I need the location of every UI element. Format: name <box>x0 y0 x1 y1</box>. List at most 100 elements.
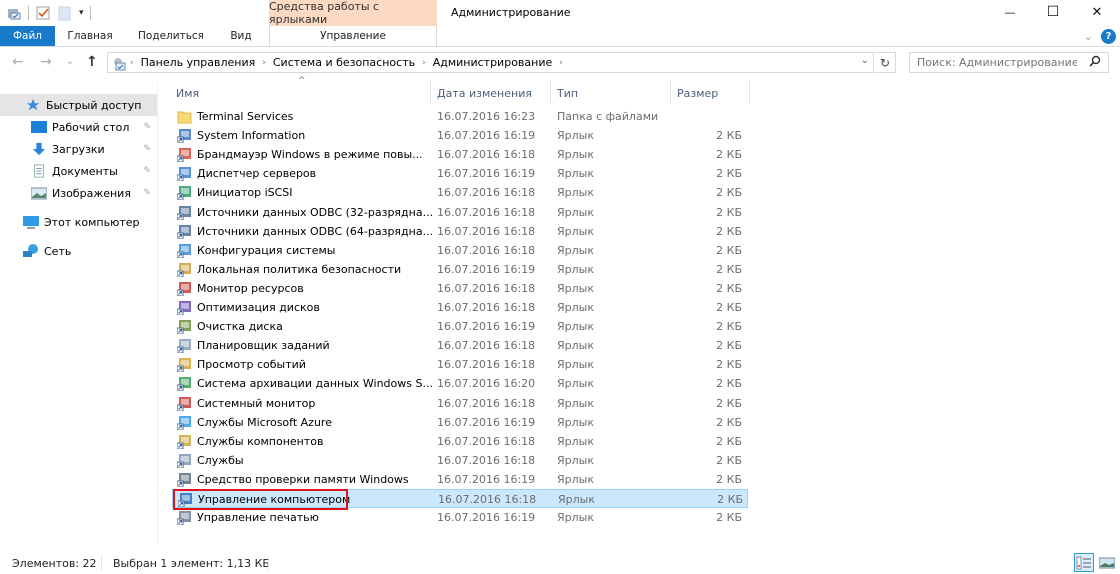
properties-icon[interactable] <box>6 5 22 21</box>
download-arrow-icon <box>32 142 46 156</box>
row-type: Ярлык <box>557 396 594 410</box>
table-row[interactable]: Локальная политика безопасности 16.07.201… <box>172 260 748 279</box>
large-icons-view-button[interactable] <box>1097 553 1117 572</box>
table-row[interactable]: Средство проверки памяти Windows 16.07.20… <box>172 470 748 489</box>
column-header-type[interactable]: Тип <box>557 82 578 104</box>
row-name: Источники данных ODBC (64-разрядна... <box>197 224 434 238</box>
column-divider[interactable] <box>670 80 671 104</box>
table-row[interactable]: System Information 16.07.2016 16:19 Ярлык 2… <box>172 126 748 145</box>
column-header-name[interactable]: Имя <box>176 82 199 104</box>
row-type: Ярлык <box>557 511 594 525</box>
row-type: Ярлык <box>557 148 594 162</box>
table-row[interactable]: Системный монитор 16.07.2016 16:18 Ярлык 2 … <box>172 394 748 413</box>
table-row[interactable]: Службы компонентов 16.07.2016 16:18 Ярлык 2… <box>172 432 748 451</box>
close-button[interactable]: ✕ <box>1075 0 1119 24</box>
column-header-date[interactable]: Дата изменения <box>437 82 532 104</box>
memory-diagnostic-icon <box>177 472 191 487</box>
row-type: Ярлык <box>557 415 594 429</box>
details-view-button[interactable] <box>1074 553 1094 572</box>
refresh-button[interactable]: ↻ <box>875 52 896 73</box>
column-header-size[interactable]: Размер <box>677 82 718 104</box>
search-icon[interactable] <box>1089 55 1101 70</box>
sidebar-item-network[interactable]: Сеть <box>0 240 157 262</box>
column-divider[interactable] <box>749 80 750 104</box>
checkmark-document-icon[interactable] <box>35 5 51 21</box>
table-row[interactable]: Оптимизация дисков 16.07.2016 16:18 Ярлык 2… <box>172 298 748 317</box>
table-row[interactable]: Службы 16.07.2016 16:18 Ярлык 2 КБ <box>172 451 748 470</box>
maximize-button[interactable]: ☐ <box>1031 0 1075 24</box>
row-size: 2 КБ <box>716 243 742 257</box>
sidebar-item-downloads[interactable]: Загрузки ✎ <box>0 138 157 160</box>
row-type: Ярлык <box>557 205 594 219</box>
large-icons-view-icon <box>1099 557 1115 568</box>
table-row[interactable]: Просмотр событий 16.07.2016 16:18 Ярлык 2 К… <box>172 355 748 374</box>
table-row[interactable]: Источники данных ODBC (64-разрядна... 16.… <box>172 222 748 241</box>
table-row[interactable]: Источники данных ODBC (32-разрядна... 16.… <box>172 203 748 222</box>
row-size: 2 КБ <box>716 224 742 238</box>
table-row[interactable]: Диспетчер серверов 16.07.2016 16:19 Ярлык 2… <box>172 164 748 183</box>
row-type: Ярлык <box>557 358 594 372</box>
pin-icon[interactable]: ✎ <box>143 188 151 198</box>
table-row[interactable]: Управление компьютером 16.07.2016 16:18 Яр… <box>172 489 748 508</box>
column-divider[interactable] <box>550 80 551 104</box>
breadcrumb-system-security[interactable]: Система и безопасность <box>273 56 415 69</box>
tab-share[interactable]: Поделиться <box>127 26 215 46</box>
address-bar[interactable]: › Панель управления › Система и безопасн… <box>107 52 874 73</box>
table-row[interactable]: Очистка диска 16.07.2016 16:19 Ярлык 2 КБ <box>172 317 748 336</box>
sidebar-item-desktop[interactable]: Рабочий стол ✎ <box>0 116 157 138</box>
network-icon <box>23 244 38 257</box>
search-input[interactable] <box>917 56 1077 69</box>
row-name: Управление печатью <box>197 511 319 525</box>
breadcrumb-separator[interactable]: › <box>559 58 563 68</box>
row-name: Локальная политика безопасности <box>197 262 402 276</box>
row-date-modified: 16.07.2016 16:18 <box>437 453 536 467</box>
minimize-button[interactable]: — <box>988 0 1032 24</box>
help-icon[interactable]: ? <box>1101 29 1116 44</box>
table-row[interactable]: Службы Microsoft Azure 16.07.2016 16:19 Яр… <box>172 413 748 432</box>
breadcrumb-control-panel[interactable]: Панель управления <box>141 56 256 69</box>
row-type: Ярлык <box>557 167 594 181</box>
tab-manage[interactable]: Управление <box>269 26 437 46</box>
new-folder-icon[interactable] <box>57 5 73 21</box>
tab-view[interactable]: Вид <box>217 26 265 46</box>
table-row[interactable]: Брандмауэр Windows в режиме повы... 16.07… <box>172 145 748 164</box>
table-row[interactable]: Система архивации данных Windows S... 16.… <box>172 374 748 393</box>
recent-locations-button[interactable]: ⌄ <box>66 56 74 67</box>
table-row[interactable]: Монитор ресурсов 16.07.2016 16:18 Ярлык 2 К… <box>172 279 748 298</box>
pin-icon[interactable]: ✎ <box>143 122 151 132</box>
tab-home[interactable]: Главная <box>55 26 125 46</box>
table-row[interactable]: Конфигурация системы 16.07.2016 16:18 Ярлы… <box>172 241 748 260</box>
row-date-modified: 16.07.2016 16:19 <box>437 167 536 181</box>
table-row[interactable]: Инициатор iSCSI 16.07.2016 16:18 Ярлык 2 КБ <box>172 183 748 202</box>
row-date-modified: 16.07.2016 16:18 <box>437 358 536 372</box>
sidebar-item-label: Этот компьютер <box>44 215 140 229</box>
sidebar-item-this-pc[interactable]: Этот компьютер <box>0 211 157 233</box>
back-button[interactable]: ← <box>12 54 24 70</box>
breadcrumb-separator[interactable]: › <box>262 58 266 68</box>
pin-icon[interactable]: ✎ <box>143 166 151 176</box>
breadcrumb-separator[interactable]: › <box>422 58 426 68</box>
table-row[interactable]: Планировщик заданий 16.07.2016 16:18 Ярлык… <box>172 336 748 355</box>
address-dropdown-icon[interactable]: ⌄ <box>861 55 869 66</box>
sidebar-item-documents[interactable]: Документы ✎ <box>0 160 157 182</box>
search-box[interactable] <box>909 52 1109 73</box>
file-explorer-window: ▾ Средства работы с ярлыками Администрир… <box>0 0 1120 574</box>
row-date-modified: 16.07.2016 16:19 <box>437 320 536 334</box>
customize-dropdown-icon[interactable]: ▾ <box>79 8 84 18</box>
tab-file[interactable]: Файл <box>0 26 55 46</box>
expand-ribbon-icon[interactable]: ⌄ <box>1084 30 1093 43</box>
breadcrumb-administration[interactable]: Администрирование <box>433 56 553 69</box>
pin-icon[interactable]: ✎ <box>143 144 151 154</box>
sidebar-item-pictures[interactable]: Изображения ✎ <box>0 182 157 204</box>
status-bar: Элементов: 22 Выбран 1 элемент: 1,13 КБ <box>0 548 1120 574</box>
up-button[interactable]: ↑ <box>86 54 98 70</box>
row-type: Ярлык <box>557 320 594 334</box>
table-row[interactable]: Terminal Services 16.07.2016 16:23 Папка с… <box>172 107 748 126</box>
sidebar-item-quick-access[interactable]: Быстрый доступ <box>0 94 157 116</box>
column-divider[interactable] <box>430 80 431 104</box>
row-date-modified: 16.07.2016 16:18 <box>437 224 536 238</box>
row-name: Оптимизация дисков <box>197 301 320 314</box>
table-row[interactable]: Управление печатью 16.07.2016 16:19 Ярлык 2… <box>172 508 748 527</box>
navigation-pane: Быстрый доступ Рабочий стол ✎ Загрузки ✎… <box>0 84 158 544</box>
forward-button[interactable]: → <box>40 54 52 70</box>
